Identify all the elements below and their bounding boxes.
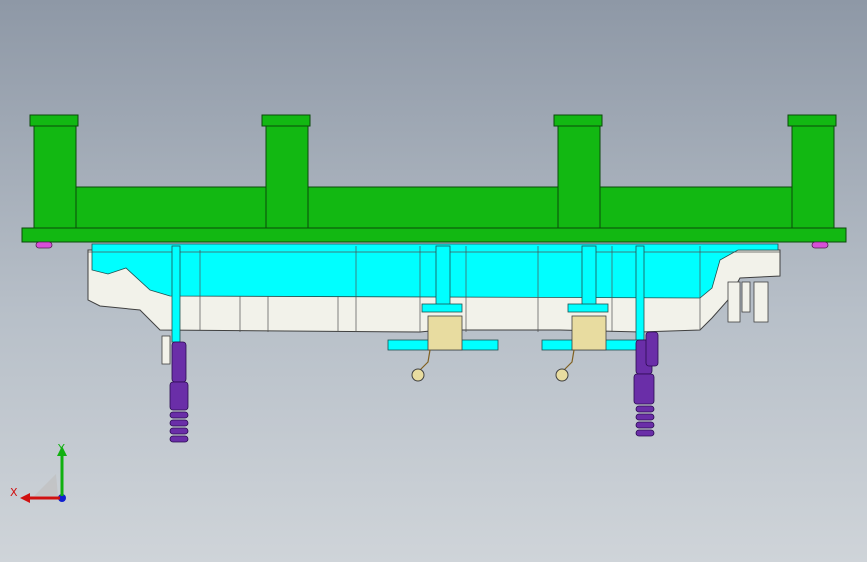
post-2-cap bbox=[261, 114, 311, 127]
mold-assembly-model[interactable] bbox=[0, 0, 867, 562]
rod-left bbox=[171, 245, 181, 343]
pad-left bbox=[35, 241, 53, 249]
ball-handle-2 bbox=[555, 368, 569, 382]
frame-beam[interactable] bbox=[33, 186, 833, 229]
right-cylinders[interactable] bbox=[727, 281, 769, 323]
ball-handle-1 bbox=[411, 368, 425, 382]
post-4-cap bbox=[787, 114, 837, 127]
top-plate[interactable] bbox=[21, 227, 847, 243]
pad-right bbox=[811, 241, 829, 249]
spring-right[interactable] bbox=[633, 331, 659, 437]
cad-viewport[interactable]: Y X bbox=[0, 0, 867, 562]
spring-left[interactable] bbox=[169, 341, 189, 443]
x-axis-label: X bbox=[10, 486, 18, 499]
rod-center-1a bbox=[435, 245, 451, 307]
coordinate-triad: Y X bbox=[10, 442, 67, 503]
rod-center-1b bbox=[581, 245, 597, 307]
post-3 bbox=[557, 125, 601, 229]
left-stop-block[interactable] bbox=[161, 335, 171, 365]
triad-plane-icon bbox=[34, 474, 58, 496]
y-axis-label: Y bbox=[57, 442, 65, 455]
post-3-cap bbox=[553, 114, 603, 127]
post-2 bbox=[265, 125, 309, 229]
rod-right bbox=[635, 245, 645, 341]
post-4 bbox=[791, 125, 835, 229]
post-1 bbox=[33, 125, 77, 229]
post-1-cap bbox=[29, 114, 79, 127]
